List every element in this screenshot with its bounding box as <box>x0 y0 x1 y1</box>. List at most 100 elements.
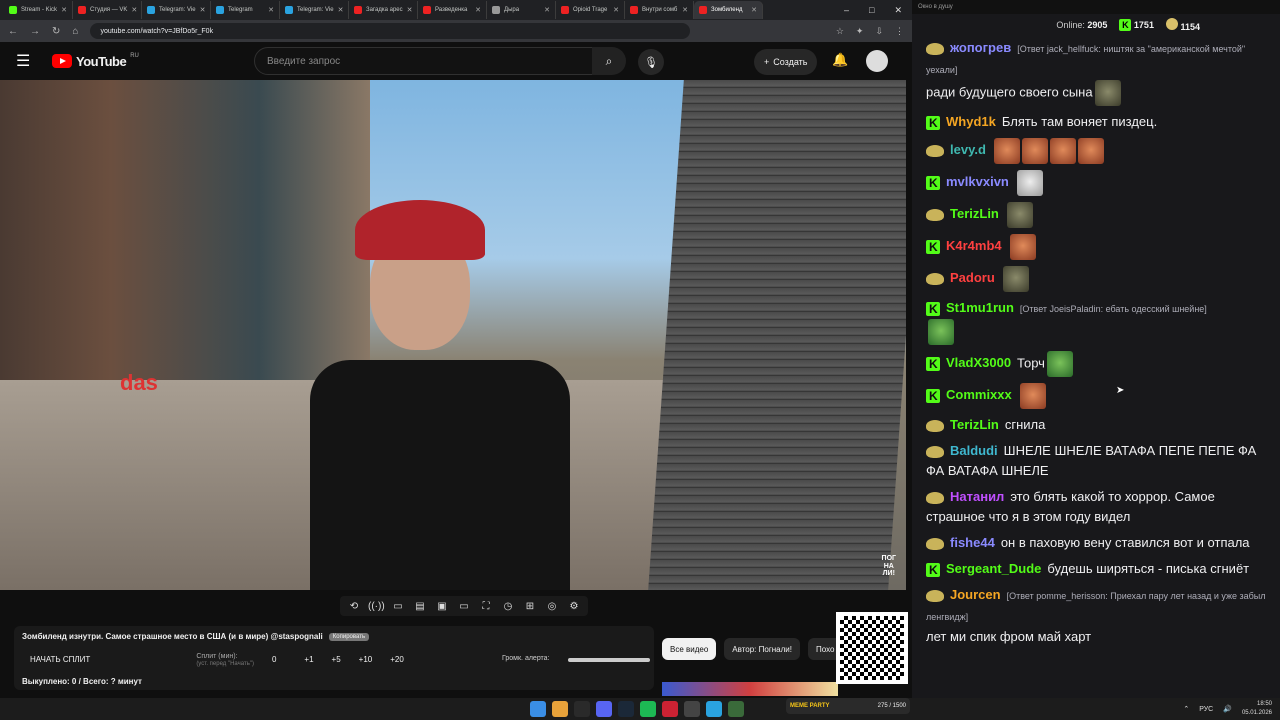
explorer-icon[interactable] <box>574 701 590 717</box>
microphone-icon[interactable]: 🎙 <box>638 49 664 75</box>
hamburger-menu-icon[interactable]: ☰ <box>16 51 46 71</box>
telegram-icon[interactable] <box>706 701 722 717</box>
split-step-button[interactable]: +20 <box>390 655 404 664</box>
url-field[interactable]: youtube.com/watch?v=JBfDo5r_F0k <box>90 23 691 39</box>
tab-close-icon[interactable]: ✕ <box>682 6 688 14</box>
kick-badge-icon <box>926 173 940 193</box>
cast-icon[interactable]: ▭ <box>390 601 406 612</box>
chat-username[interactable]: fishe44 <box>950 535 995 550</box>
chat-username[interactable]: жопогрев <box>950 40 1011 55</box>
language-indicator[interactable]: РУС <box>1199 706 1213 713</box>
home-icon[interactable]: ⌂ <box>72 26 78 37</box>
create-button[interactable]: + Создать <box>754 49 818 75</box>
tab-close-icon[interactable]: ✕ <box>338 6 344 14</box>
chat-username[interactable]: levy.d <box>950 142 986 157</box>
browser-tab[interactable]: Stream - Kick ✕ <box>4 1 73 19</box>
tab-close-icon[interactable]: ✕ <box>200 6 206 14</box>
add-icon[interactable]: ⊞ <box>522 601 538 612</box>
browser-tab[interactable]: Внутри сомб ✕ <box>625 1 694 19</box>
chat-message: TerizLin сгнила <box>926 415 1272 435</box>
speaker-icon[interactable]: 🔊 <box>1223 705 1232 713</box>
tab-close-icon[interactable]: ✕ <box>61 6 67 14</box>
download-icon[interactable]: ⇩ <box>875 26 883 37</box>
maximize-icon[interactable]: □ <box>869 5 874 16</box>
theater-icon[interactable]: ▭ <box>456 601 472 612</box>
start-icon[interactable] <box>530 701 546 717</box>
tab-close-icon[interactable]: ✕ <box>407 6 413 14</box>
chat-username[interactable]: Jourcen <box>950 587 1001 602</box>
broadcast-icon[interactable]: ((·)) <box>368 601 385 612</box>
notifications-bell-icon[interactable]: 🔔 <box>832 52 848 68</box>
browser-tab[interactable]: Telegram: Vie ✕ <box>280 1 349 19</box>
video-player[interactable]: das ПОГ НА ЛИ! <box>0 80 906 590</box>
tab-close-icon[interactable]: ✕ <box>544 6 550 14</box>
app-icon[interactable] <box>684 701 700 717</box>
chrome-icon[interactable] <box>552 701 568 717</box>
filter-chip-author[interactable]: Автор: Погнали! <box>724 638 800 660</box>
chat-username[interactable]: K4r4mb4 <box>946 238 1002 253</box>
chat-username[interactable]: Натанил <box>950 489 1004 504</box>
chat-username[interactable]: Sergeant_Dude <box>946 561 1041 576</box>
recommended-thumbnail[interactable] <box>662 682 838 696</box>
speed-icon[interactable]: ◷ <box>500 601 516 612</box>
spotify-icon[interactable] <box>640 701 656 717</box>
chat-username[interactable]: Whyd1k <box>946 114 996 129</box>
forward-icon[interactable]: → <box>30 26 40 37</box>
settings-gear-icon[interactable]: ⚙ <box>566 601 582 612</box>
chat-username[interactable]: mvlkvxivn <box>946 174 1009 189</box>
star-icon[interactable]: ☆ <box>836 26 844 37</box>
tab-close-icon[interactable]: ✕ <box>268 6 274 14</box>
close-icon[interactable]: ✕ <box>894 5 902 16</box>
tab-close-icon[interactable]: ✕ <box>475 6 481 14</box>
chat-username[interactable]: VladX3000 <box>946 355 1011 370</box>
back-icon[interactable]: ← <box>8 26 18 37</box>
chat-username[interactable]: TerizLin <box>950 206 999 221</box>
filter-chip-all[interactable]: Все видео <box>662 638 717 660</box>
meme-party-widget[interactable]: MEME PARTY 275 / 1500 <box>786 698 910 714</box>
search-icon[interactable]: ⌕ <box>592 47 626 75</box>
screenshot-icon[interactable]: ◎ <box>544 601 560 612</box>
clip-icon[interactable]: ▤ <box>412 601 428 612</box>
reload-icon[interactable]: ↻ <box>52 26 60 37</box>
chat-username[interactable]: Commixxx <box>946 387 1012 402</box>
chat-username[interactable]: St1mu1run <box>946 300 1014 315</box>
tab-close-icon[interactable]: ✕ <box>131 6 137 14</box>
steam-icon[interactable] <box>618 701 634 717</box>
discord-icon[interactable] <box>596 701 612 717</box>
copy-button[interactable]: Копировать <box>328 632 370 641</box>
chat-username[interactable]: Padoru <box>950 270 995 285</box>
chevron-up-icon[interactable]: ⌃ <box>1183 705 1189 713</box>
youtube-header: ☰ YouTube RU Введите запрос ⌕ 🎙 + Создат… <box>0 42 912 80</box>
menu-icon[interactable]: ⋮ <box>895 26 904 37</box>
miniplayer-icon[interactable]: ▣ <box>434 601 450 612</box>
tab-close-icon[interactable]: ✕ <box>751 6 757 14</box>
search-input[interactable]: Введите запрос <box>254 47 594 75</box>
minimize-icon[interactable]: – <box>844 5 849 16</box>
obs-icon[interactable] <box>662 701 678 717</box>
chat-username[interactable]: Baldudi <box>950 443 998 458</box>
chat-text: Торч <box>1017 355 1045 371</box>
browser-tab[interactable]: Telegram ✕ <box>211 1 280 19</box>
split-step-button[interactable]: +5 <box>332 655 341 664</box>
app-icon[interactable] <box>728 701 744 717</box>
browser-tab[interactable]: Загадка арес ✕ <box>349 1 418 19</box>
clock[interactable]: 18:50 05.01.2026 <box>1242 700 1272 718</box>
browser-tab[interactable]: Разведенка ✕ <box>418 1 487 19</box>
browser-tab[interactable]: Telegram: Vie ✕ <box>142 1 211 19</box>
browser-tab[interactable]: Зомбиленд ✕ <box>694 1 763 19</box>
browser-tab[interactable]: Opioid Trage ✕ <box>556 1 625 19</box>
extensions-icon[interactable]: ✦ <box>856 26 864 37</box>
chat-username[interactable]: TerizLin <box>950 417 999 432</box>
split-step-button[interactable]: +10 <box>359 655 373 664</box>
browser-tab[interactable]: Студия — VK ✕ <box>73 1 142 19</box>
start-split-button[interactable]: НАЧАТЬ СПЛИТ <box>22 655 98 664</box>
fullscreen-icon[interactable]: ⛶ <box>478 601 494 612</box>
alert-volume-slider[interactable] <box>568 658 650 662</box>
split-step-button[interactable]: +1 <box>304 655 313 664</box>
youtube-logo[interactable]: YouTube RU <box>52 53 139 69</box>
browser-tab[interactable]: Дыра ✕ <box>487 1 556 19</box>
split-value[interactable]: 0 <box>272 655 276 664</box>
avatar[interactable] <box>866 50 888 72</box>
loop-icon[interactable]: ⟲ <box>346 601 362 612</box>
tab-close-icon[interactable]: ✕ <box>613 6 619 14</box>
